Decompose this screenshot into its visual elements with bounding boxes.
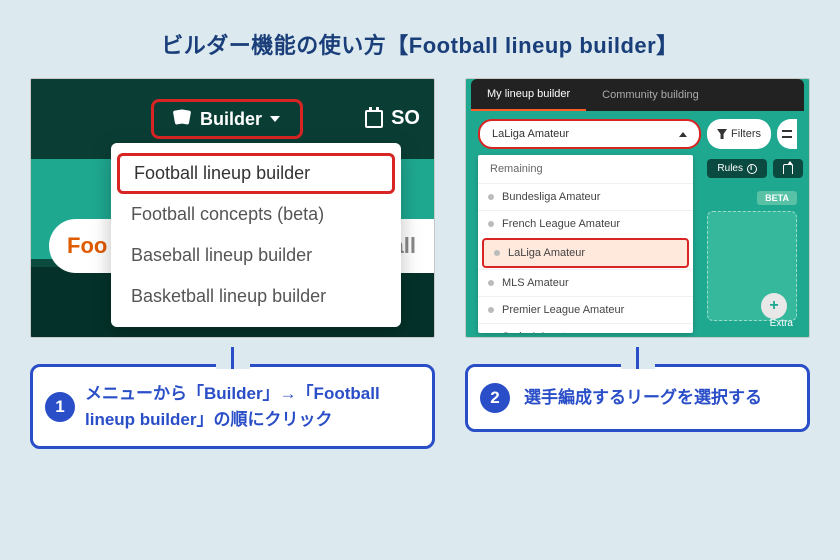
screenshot-builder-menu: Builder SO Foo tball Football lineup bui… [30, 78, 435, 338]
filters-label: Filters [731, 128, 761, 140]
menu-item-baseball-lineup[interactable]: Baseball lineup builder [111, 235, 401, 276]
step-number-1: 1 [45, 392, 75, 422]
menu-item-football-lineup[interactable]: Football lineup builder [117, 153, 395, 194]
caret-up-icon [679, 132, 687, 137]
panel-step-1: Builder SO Foo tball Football lineup bui… [30, 78, 435, 449]
league-item-mls[interactable]: MLS Amateur [478, 269, 693, 296]
callout-tail [216, 345, 250, 369]
cards-icon [174, 110, 192, 128]
add-fab[interactable]: + [761, 293, 787, 319]
menu-item-football-concepts[interactable]: Football concepts (beta) [111, 194, 401, 235]
callout-text-2: 選手編成するリーグを選択する [524, 385, 762, 411]
league-list: Remaining Bundesliga Amateur French Leag… [478, 155, 693, 333]
share-icon [783, 164, 793, 174]
league-item-premier[interactable]: Premier League Amateur [478, 296, 693, 323]
sliders-icon [782, 129, 792, 139]
info-icon [747, 164, 757, 174]
tab-bar: My lineup builder Community building [471, 79, 804, 111]
calendar-icon [365, 110, 383, 128]
league-item-french[interactable]: French League Amateur [478, 210, 693, 237]
league-item-laliga[interactable]: LaLiga Amateur [482, 238, 689, 268]
league-select[interactable]: LaLiga Amateur [478, 119, 701, 149]
extra-label: Extra [770, 318, 793, 329]
league-item-seriea[interactable]: Serie A Amateur [478, 323, 693, 333]
so-label: SO [391, 107, 420, 130]
settings-button[interactable] [777, 119, 797, 149]
menu-item-basketball-lineup[interactable]: Basketball lineup builder [111, 276, 401, 317]
tab-my-lineup[interactable]: My lineup builder [471, 79, 586, 111]
beta-badge: BETA [757, 191, 797, 205]
page-title: ビルダー機能の使い方【Football lineup builder】 [0, 0, 840, 78]
rules-label: Rules [717, 163, 743, 174]
callout-step-2: 2 選手編成するリーグを選択する [465, 364, 810, 432]
so-nav-item[interactable]: SO [365, 107, 420, 130]
step-number-2: 2 [480, 383, 510, 413]
builder-label: Builder [200, 109, 262, 130]
tab-community[interactable]: Community building [586, 79, 715, 111]
callout-text-1: メニューから「Builder」→「Football lineup builder… [85, 381, 416, 432]
callout-tail [621, 345, 655, 369]
builder-dropdown-button[interactable]: Builder [151, 99, 303, 139]
filters-button[interactable]: Filters [707, 119, 771, 149]
callout-step-1: 1 メニューから「Builder」→「Football lineup build… [30, 364, 435, 449]
builder-dropdown-menu: Football lineup builder Football concept… [111, 143, 401, 327]
rules-button[interactable]: Rules [707, 159, 767, 178]
league-item-bundesliga[interactable]: Bundesliga Amateur [478, 183, 693, 210]
panel-step-2: My lineup builder Community building LaL… [465, 78, 810, 449]
league-select-value: LaLiga Amateur [492, 128, 569, 140]
caret-down-icon [270, 116, 280, 122]
league-list-header: Remaining [478, 155, 693, 183]
funnel-icon [717, 129, 727, 139]
screenshot-league-select: My lineup builder Community building LaL… [465, 78, 810, 338]
share-button[interactable] [773, 159, 803, 178]
